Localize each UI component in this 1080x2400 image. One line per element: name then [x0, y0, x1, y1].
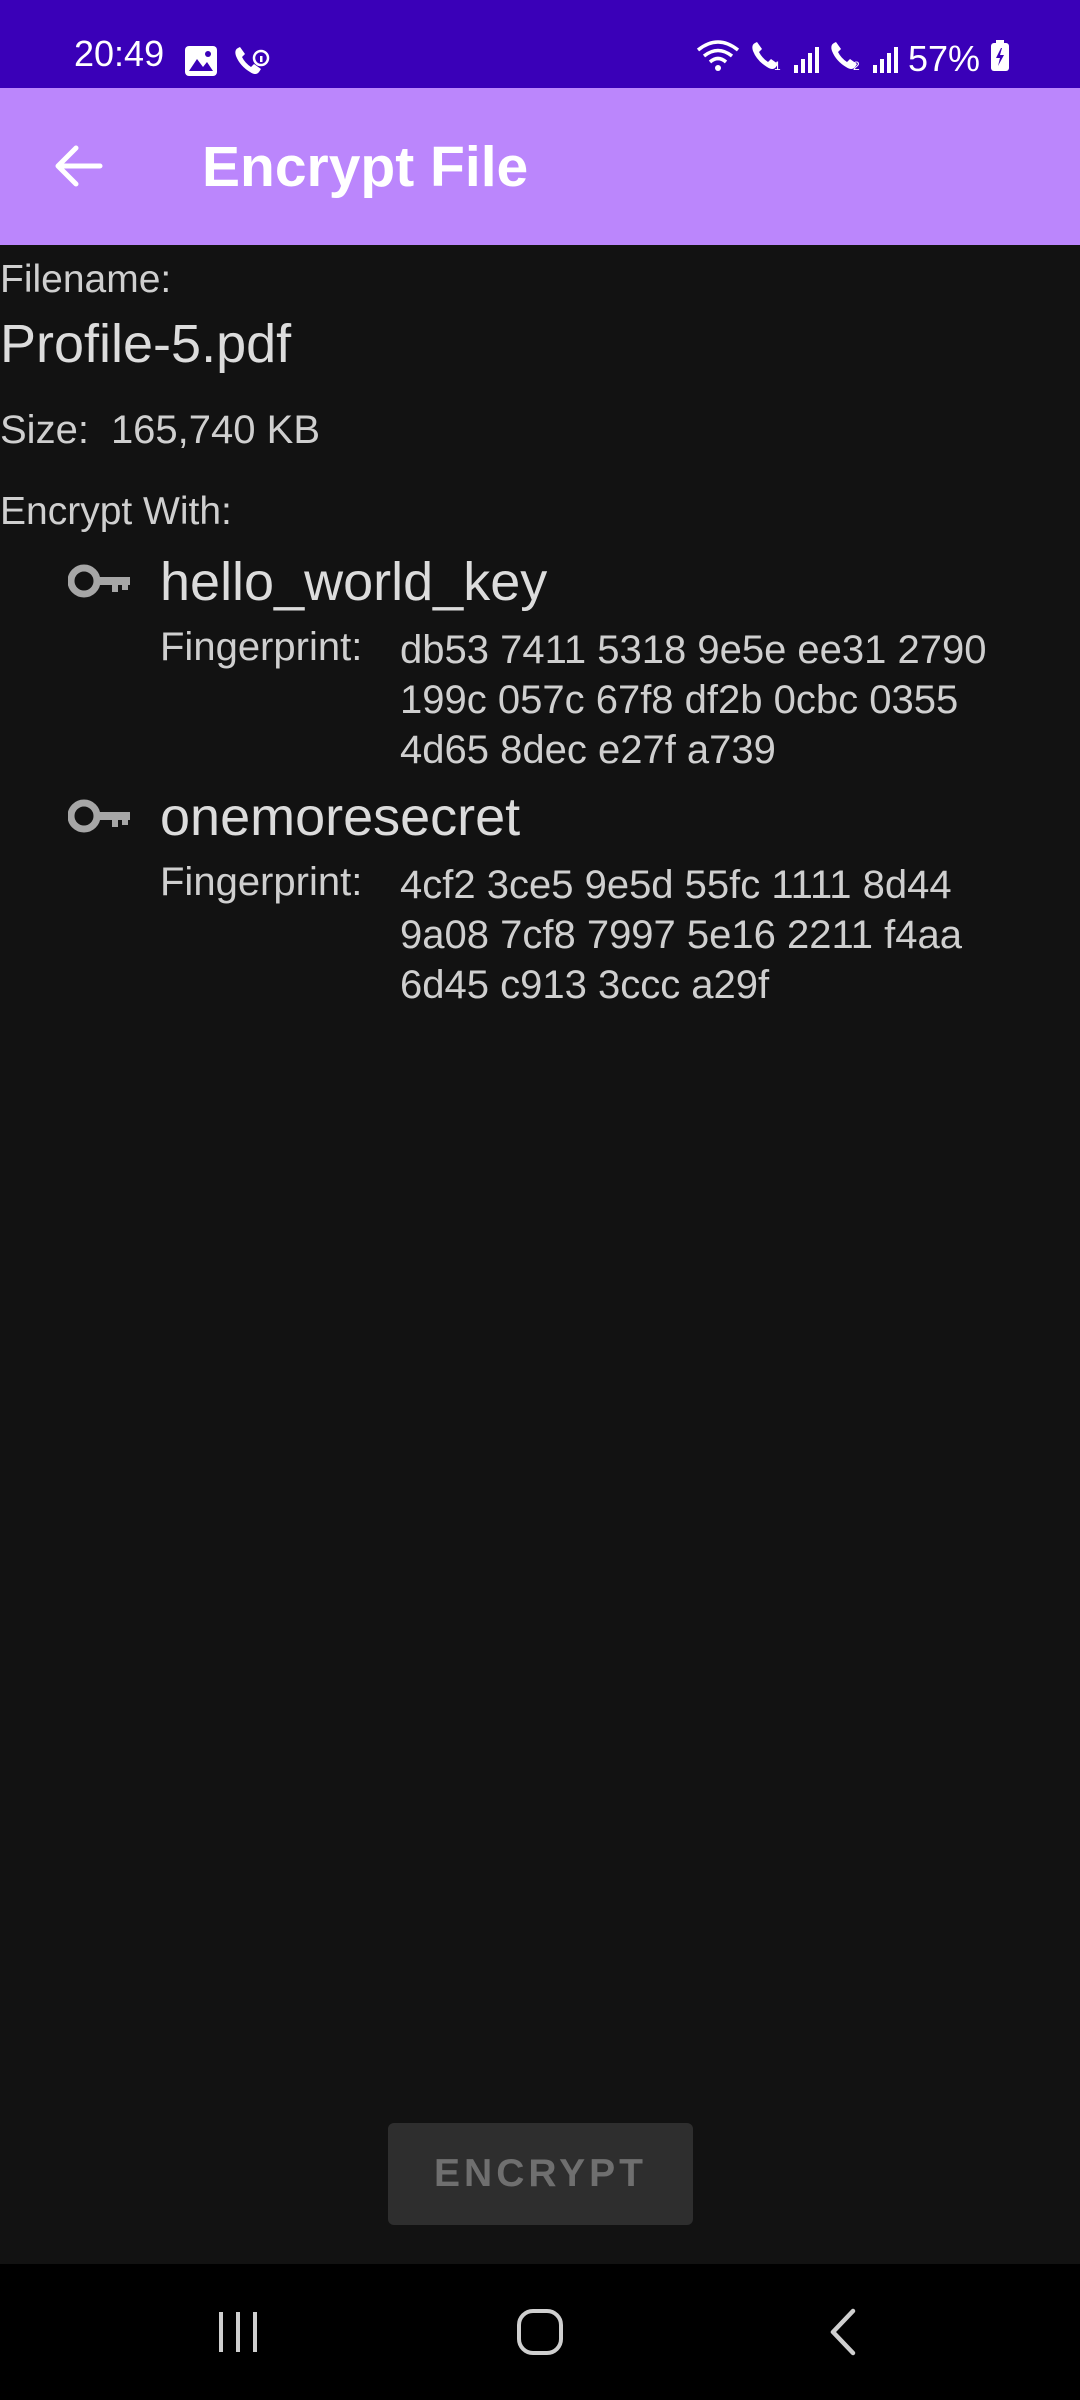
- image-icon: [184, 45, 218, 82]
- chevron-left-icon: [830, 2308, 856, 2356]
- fingerprint-line: 9a08 7cf8 7997 5e16 2211 f4aa: [400, 913, 962, 957]
- call-2-icon: 2: [829, 40, 863, 78]
- fingerprint-label: Fingerprint:: [160, 860, 363, 904]
- fingerprint-line: db53 7411 5318 9e5e ee31 2790: [400, 628, 987, 672]
- nav-back-button[interactable]: [798, 2292, 888, 2372]
- battery-icon: [990, 40, 1010, 78]
- size-row: Size: 165,740 KB: [0, 408, 320, 453]
- fingerprint-line: 4cf2 3ce5 9e5d 55fc 1111 8d44: [400, 863, 952, 907]
- filename-label: Filename:: [0, 258, 172, 301]
- app-bar: Encrypt File: [0, 88, 1080, 245]
- signal-2-icon: [872, 45, 898, 73]
- encrypt-button[interactable]: ENCRYPT: [388, 2123, 693, 2225]
- fingerprint-value: 4cf2 3ce5 9e5d 55fc 1111 8d44 9a08 7cf8 …: [400, 860, 1040, 1010]
- call-1-icon: 1: [750, 40, 784, 78]
- recent-apps-icon: [219, 2312, 257, 2352]
- home-icon: [517, 2309, 563, 2355]
- svg-text:2: 2: [853, 59, 860, 72]
- size-label: Size:: [0, 408, 89, 452]
- status-right-icons: 1 2 57%: [696, 40, 1010, 78]
- size-value: 165,740 KB: [110, 408, 320, 452]
- wifi-icon: [696, 40, 740, 78]
- wifi-call-icon: [232, 44, 270, 83]
- system-nav-bar: [0, 2264, 1080, 2400]
- fingerprint-value: db53 7411 5318 9e5e ee31 2790 199c 057c …: [400, 625, 1040, 775]
- signal-1-icon: [793, 45, 819, 73]
- filename-value: Profile-5.pdf: [0, 314, 292, 374]
- status-left-icons: [184, 44, 270, 83]
- key-icon: [68, 799, 130, 833]
- fingerprint-label: Fingerprint:: [160, 625, 363, 669]
- home-button[interactable]: [495, 2292, 585, 2372]
- fingerprint-line: 4d65 8dec e27f a739: [400, 728, 776, 772]
- page-title: Encrypt File: [202, 135, 529, 199]
- battery-percent: 57%: [907, 38, 980, 79]
- recent-apps-button[interactable]: [193, 2292, 283, 2372]
- status-bar: 20:49 1 2 57%: [0, 0, 1080, 88]
- svg-text:1: 1: [774, 59, 781, 72]
- key-icon: [68, 564, 130, 598]
- key-name: hello_world_key: [160, 552, 548, 612]
- arrow-back-icon: [55, 145, 103, 187]
- encrypt-with-label: Encrypt With:: [0, 490, 232, 533]
- status-time: 20:49: [74, 33, 165, 74]
- key-name: onemoresecret: [160, 787, 521, 847]
- fingerprint-line: 199c 057c 67f8 df2b 0cbc 0355: [400, 678, 959, 722]
- fingerprint-line: 6d45 c913 3ccc a29f: [400, 963, 770, 1007]
- back-button[interactable]: [38, 126, 118, 206]
